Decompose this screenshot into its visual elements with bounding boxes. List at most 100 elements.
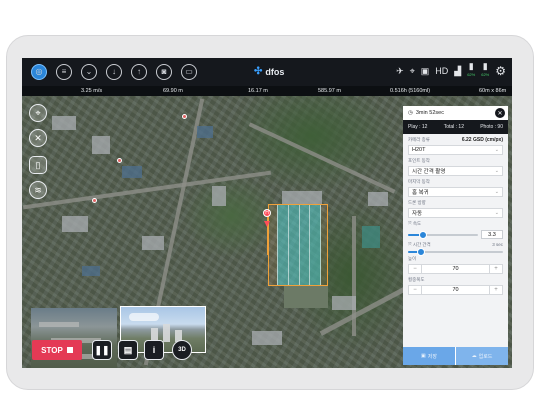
speed-label: ⤧ 속도 [408,221,421,227]
map-building [212,186,226,206]
map-road [22,170,272,210]
controller-status: ▣ [421,67,430,77]
camera-settings-icon[interactable]: ◙ [156,64,172,80]
settings-button[interactable]: ⚙ [495,65,506,77]
upload-label: 업로드 [478,353,493,360]
play-count: Play : 12 [408,124,428,130]
photo-count: Photo : 90 [480,124,503,130]
map-building [197,126,213,138]
map-building [332,296,356,310]
close-icon: ✕ [497,110,503,117]
controller-button[interactable]: ▯ [29,156,47,174]
drone-logo-icon: ✣ [254,66,263,77]
stop-square-icon [66,347,73,353]
gsd-value: 6.22 GSD (cm/px) [461,137,503,143]
camera-select[interactable]: H20T ⌄ [408,145,503,155]
map-field [284,286,328,308]
save-button[interactable]: ▣ 저장 [403,347,455,365]
map-poi-marker[interactable] [92,198,97,203]
upload-icon[interactable]: ↑ [131,64,147,80]
interval-slider[interactable] [408,248,503,256]
target-icon[interactable]: ◎ [31,64,47,80]
upload-button[interactable]: ☁ 업로드 [455,347,508,365]
altitude-value[interactable]: 70 [421,265,490,273]
map-poi-marker[interactable] [182,114,187,119]
aircraft-battery-label: 62% [467,72,476,77]
mission-document-button[interactable]: ▤ [118,340,138,360]
drone-heading-select[interactable]: 자동 ⌄ [408,208,503,218]
info-button[interactable]: i [144,340,164,360]
feed-cloud [129,313,159,321]
map-view-icon[interactable]: ▭ [181,64,197,80]
close-panel-button[interactable]: ✕ [495,108,505,118]
telemetry-total-distance: 585.97 m [315,88,341,94]
fit-view-button[interactable]: ✕ [29,129,47,147]
speed-label-row: ⤧ 속도 [408,221,503,227]
overlap-stepper: − 70 + [408,285,503,295]
view-3d-label: 3D [178,347,186,353]
expand-icon: ✕ [34,132,42,143]
interval-label-row: ⤧ 시간 간격 3 sec [408,242,503,248]
speed-input[interactable]: 3.3 [481,230,503,239]
telemetry-speed-value: 3.25 m/s [81,88,103,94]
layers-icon: ≋ [34,184,42,195]
overlap-value[interactable]: 70 [421,286,490,294]
feed-building [163,324,170,342]
altitude-label-row: 높이 [408,256,503,262]
document-icon: ▤ [123,344,133,355]
save-label: 저장 [427,353,437,360]
map-building [282,191,322,205]
speed-slider[interactable] [408,230,478,239]
gear-icon[interactable]: ⚙ [495,65,506,77]
view-3d-button[interactable]: 3D [172,340,192,360]
hd-status: HD [435,67,448,77]
chevron-down-icon: ⌄ [494,210,499,216]
map-building [52,116,76,130]
pause-button[interactable]: ❚❚ [92,340,112,360]
satellite-status: ⌖ [410,67,415,77]
camera-value: H20T [412,147,426,153]
download-icon[interactable]: ↓ [106,64,122,80]
drone-heading-label: 드론 방향 [408,200,426,205]
map-poi-marker[interactable] [117,158,122,163]
drone-heading-label-row: 드론 방향 [408,200,503,206]
camera-section: 카메라 종류 6.22 GSD (cm/px) H20T ⌄ [403,134,508,155]
interval-label-text: 시간 간격 [412,242,431,247]
stop-button[interactable]: STOP [32,340,82,360]
chevron-down-icon: ⌄ [494,168,499,174]
finish-action-label: 마지막 동작 [408,179,430,184]
speed-slider-handle[interactable] [419,230,428,239]
point-action-select[interactable]: 시간 간격 촬영 ⌄ [408,166,503,176]
crosshair-icon: ⌖ [35,107,41,118]
layers-button[interactable]: ≋ [29,181,47,199]
pause-icon: ❚❚ [94,344,110,355]
map-building [368,192,388,206]
interval-unit: 3 sec [492,242,503,247]
landing-icon[interactable]: ⌄ [81,64,97,80]
altitude-section: 높이 − 70 + [403,253,508,274]
battery-icon: ▮ [482,61,488,71]
telemetry-size-value: 60m x 86m [479,88,507,94]
locate-button[interactable]: ⌖ [29,104,47,122]
drone-heading-value: 자동 [412,211,423,217]
telemetry-speed: 3.25 m/s [78,88,102,94]
overlap-label: 횡중복도 [408,277,425,282]
home-point-marker[interactable]: H [263,209,271,217]
finish-action-label-row: 마지막 동작 [408,179,503,185]
camera-label-row: 카메라 종류 6.22 GSD (cm/px) [408,137,503,143]
speed-section: ⤧ 속도 3.3 [403,218,508,239]
altitude-increment-button[interactable]: + [490,266,502,272]
finish-action-select[interactable]: 홈 복귀 ⌄ [408,187,503,197]
camera-label: 카메라 종류 [408,137,430,142]
chevron-down-icon: ⌄ [494,147,499,153]
list-icon[interactable]: ≡ [56,64,72,80]
grid-strip [287,205,299,285]
overlap-increment-button[interactable]: + [490,287,502,293]
overlap-decrement-button[interactable]: − [409,287,421,293]
telemetry-distance: 69.90 m [160,88,183,94]
altitude-decrement-button[interactable]: − [409,266,421,272]
mission-area[interactable] [268,204,328,286]
altitude-stepper: − 70 + [408,264,503,274]
map-road [248,122,396,194]
save-icon: ▣ [421,353,426,359]
